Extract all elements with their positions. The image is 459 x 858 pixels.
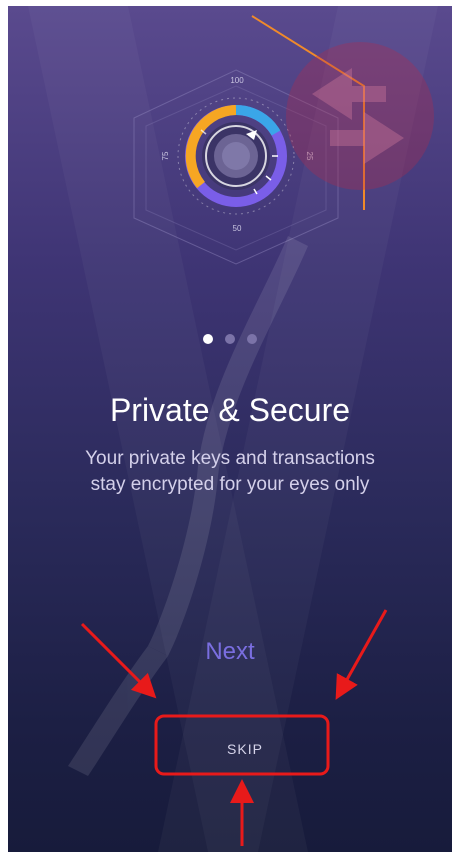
next-button[interactable]: Next bbox=[180, 638, 280, 666]
page-dot[interactable] bbox=[247, 334, 257, 344]
gauge-label-top: 100 bbox=[230, 76, 244, 85]
watermark-logo bbox=[286, 42, 434, 190]
onboarding-screen: 100 25 50 75 Private & Secure Your priva… bbox=[8, 6, 452, 852]
page-dot[interactable] bbox=[225, 334, 235, 344]
page-indicator bbox=[8, 334, 452, 344]
onboarding-subtitle: Your private keys and transactions stay … bbox=[48, 446, 412, 498]
subtitle-line: Your private keys and transactions bbox=[85, 448, 375, 469]
gauge-label-bottom: 50 bbox=[233, 224, 242, 233]
skip-button[interactable]: SKIP bbox=[160, 724, 330, 774]
onboarding-title: Private & Secure bbox=[109, 392, 351, 428]
page-dot-active[interactable] bbox=[203, 334, 213, 344]
subtitle-line: stay encrypted for your eyes only bbox=[90, 474, 370, 495]
gauge-label-left: 75 bbox=[161, 151, 170, 160]
gauge-dial bbox=[177, 97, 295, 215]
